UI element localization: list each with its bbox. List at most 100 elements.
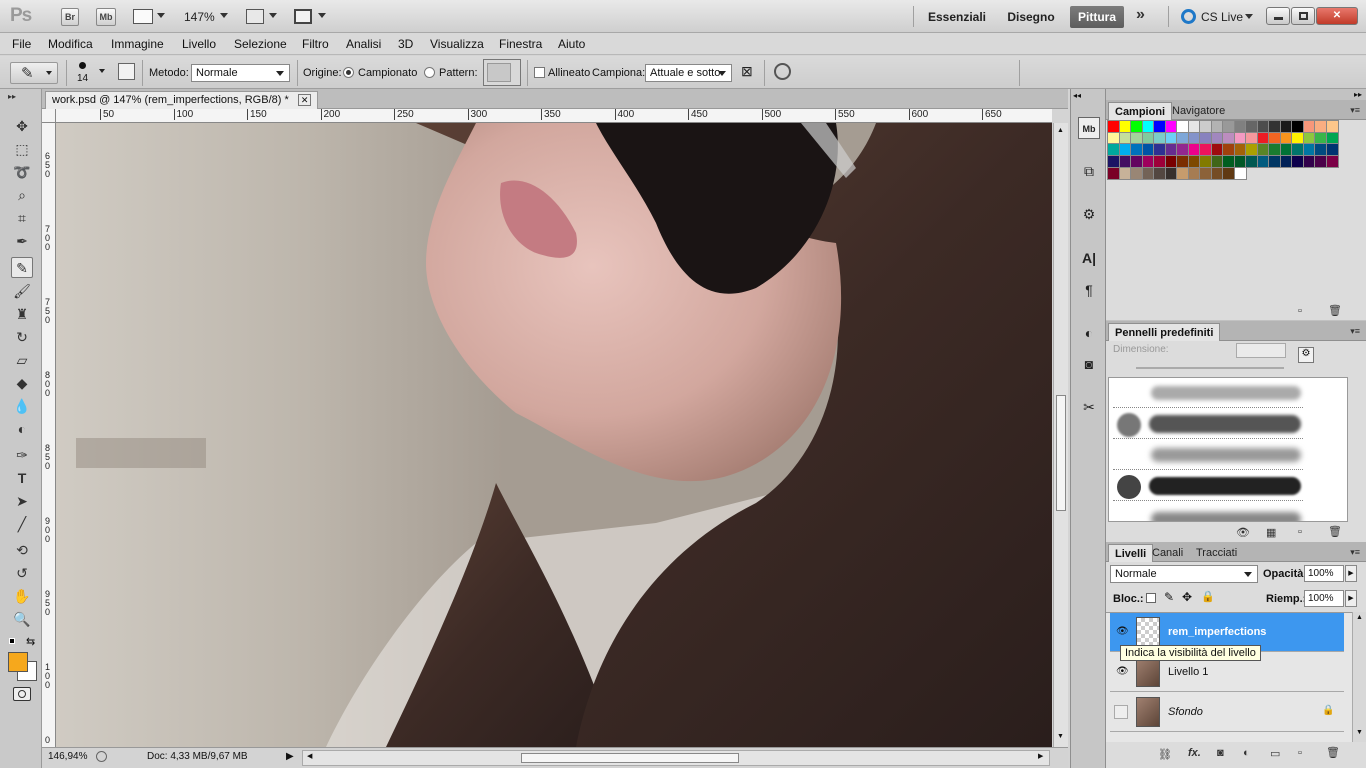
- color-swatch[interactable]: [1210, 166, 1224, 180]
- tab-tracciati[interactable]: Tracciati: [1190, 544, 1243, 562]
- color-swatch[interactable]: [1302, 143, 1316, 157]
- zoom-tool-icon[interactable]: 🔍: [11, 609, 33, 630]
- color-swatch[interactable]: [1164, 131, 1178, 145]
- color-swatch[interactable]: [1210, 131, 1224, 145]
- menu-selezione[interactable]: Selezione: [234, 37, 287, 51]
- swap-colors-icon[interactable]: ⇆: [26, 635, 35, 648]
- visibility-toggle-empty[interactable]: [1114, 705, 1128, 719]
- close-tab-icon[interactable]: ✕: [297, 94, 312, 106]
- color-swatch[interactable]: [1176, 120, 1189, 133]
- tab-pennelli-predefiniti[interactable]: Pennelli predefiniti: [1108, 323, 1221, 341]
- color-swatch[interactable]: [1118, 166, 1132, 180]
- toggle-brush-panel-icon[interactable]: 👁: [1236, 526, 1250, 539]
- color-swatch[interactable]: [1256, 131, 1270, 145]
- new-group-icon[interactable]: ▭: [1270, 747, 1280, 760]
- color-swatch[interactable]: [1302, 155, 1316, 169]
- color-swatch[interactable]: [1199, 131, 1212, 145]
- color-swatch[interactable]: [1222, 143, 1235, 157]
- color-swatch[interactable]: [1222, 155, 1235, 169]
- zoom-status[interactable]: 146,94%: [48, 751, 87, 762]
- color-swatch[interactable]: [1107, 166, 1120, 180]
- history-panel-icon[interactable]: ⧉: [1078, 160, 1100, 182]
- color-swatch[interactable]: [1256, 143, 1270, 157]
- type-tool-icon[interactable]: T: [11, 468, 33, 489]
- color-swatch[interactable]: [1176, 155, 1189, 169]
- color-swatch[interactable]: [1187, 120, 1201, 133]
- tab-navigatore[interactable]: Navigatore: [1166, 102, 1231, 120]
- color-swatch[interactable]: [1268, 120, 1281, 133]
- chevron-down-icon[interactable]: [157, 13, 165, 18]
- color-swatch[interactable]: [1176, 131, 1189, 145]
- color-swatch[interactable]: [1199, 120, 1212, 133]
- color-swatch[interactable]: [1118, 155, 1132, 169]
- layer-style-icon[interactable]: fx.: [1188, 747, 1201, 759]
- color-swatch[interactable]: [1314, 131, 1327, 145]
- panel-menu-icon[interactable]: ▾≡: [1350, 105, 1360, 116]
- adjustment-layer-icon[interactable]: ◐: [1243, 747, 1250, 759]
- clone-source-panel-icon[interactable]: ⚙: [1078, 203, 1100, 225]
- screen-mode-icon[interactable]: [294, 9, 312, 24]
- status-info-icon[interactable]: [96, 751, 107, 762]
- brush-preset-row[interactable]: [1113, 409, 1303, 439]
- menu-immagine[interactable]: Immagine: [111, 37, 164, 51]
- ruler-origin[interactable]: [42, 109, 56, 123]
- delete-swatch-icon[interactable]: 🗑: [1328, 304, 1342, 317]
- color-swatch[interactable]: [1233, 120, 1247, 133]
- tab-canali[interactable]: Canali: [1146, 544, 1189, 562]
- chevron-down-icon[interactable]: [1245, 14, 1253, 19]
- pressure-size-icon[interactable]: [118, 63, 135, 80]
- expand-dock-icon[interactable]: ◂◂: [1073, 91, 1081, 100]
- scroll-up-icon[interactable]: ▲: [1057, 127, 1064, 134]
- layer-name[interactable]: Livello 1: [1168, 666, 1208, 678]
- scroll-down-icon[interactable]: ▼: [1057, 733, 1064, 740]
- delete-brush-icon[interactable]: 🗑: [1328, 525, 1342, 538]
- color-swatch[interactable]: [1245, 120, 1258, 133]
- color-swatch[interactable]: [1153, 143, 1166, 157]
- 3d-orbit-tool-icon[interactable]: ↺: [11, 563, 33, 584]
- paint-bucket-tool-icon[interactable]: ◆: [11, 373, 33, 394]
- tab-campioni[interactable]: Campioni: [1108, 102, 1173, 120]
- adjustments-panel-icon[interactable]: ◐: [1078, 322, 1100, 344]
- color-swatch[interactable]: [1141, 120, 1155, 133]
- allineato-checkbox[interactable]: [534, 67, 545, 78]
- color-swatch[interactable]: [1187, 166, 1201, 180]
- color-swatch[interactable]: [1222, 166, 1235, 180]
- color-swatch[interactable]: [1176, 166, 1189, 180]
- color-swatch[interactable]: [1279, 155, 1293, 169]
- move-tool-icon[interactable]: ✥: [11, 116, 33, 137]
- menu-analisi[interactable]: Analisi: [346, 37, 381, 51]
- path-selection-tool-icon[interactable]: ➤: [11, 491, 33, 512]
- color-swatch[interactable]: [1210, 155, 1224, 169]
- layers-scrollbar[interactable]: ▲ ▼: [1352, 612, 1366, 742]
- history-brush-tool-icon[interactable]: ↻: [11, 327, 33, 348]
- panel-menu-icon[interactable]: ▾≡: [1350, 547, 1360, 558]
- color-swatch[interactable]: [1256, 120, 1270, 133]
- color-swatch[interactable]: [1245, 155, 1258, 169]
- lock-position-icon[interactable]: ✥: [1182, 590, 1192, 604]
- color-swatch[interactable]: [1153, 166, 1166, 180]
- vertical-scroll-thumb[interactable]: [1056, 395, 1066, 511]
- dodge-tool-icon[interactable]: ◐: [11, 419, 33, 440]
- color-swatch[interactable]: [1314, 143, 1327, 157]
- color-swatch[interactable]: [1279, 143, 1293, 157]
- blend-mode-select[interactable]: Normale: [1110, 565, 1258, 583]
- color-swatch[interactable]: [1279, 131, 1293, 145]
- pressure-opacity-icon[interactable]: [774, 63, 791, 80]
- color-swatch[interactable]: [1245, 131, 1258, 145]
- color-swatch[interactable]: [1141, 143, 1155, 157]
- color-swatch[interactable]: [1141, 166, 1155, 180]
- masks-panel-icon[interactable]: ◙: [1078, 353, 1100, 375]
- layer-row-sfondo[interactable]: Sfondo 🔒: [1110, 693, 1344, 732]
- color-swatch[interactable]: [1118, 131, 1132, 145]
- color-swatch[interactable]: [1233, 155, 1247, 169]
- color-swatch[interactable]: [1130, 131, 1143, 145]
- clone-stamp-tool-icon[interactable]: ♜: [11, 304, 33, 325]
- color-swatch[interactable]: [1164, 143, 1178, 157]
- new-brush-icon[interactable]: ▫: [1298, 526, 1302, 538]
- color-swatch[interactable]: [1268, 131, 1281, 145]
- document-tab[interactable]: work.psd @ 147% (rem_imperfections, RGB/…: [45, 91, 319, 109]
- quick-mask-icon[interactable]: [13, 687, 31, 701]
- chevron-down-icon[interactable]: [318, 13, 326, 18]
- color-swatch[interactable]: [1187, 155, 1201, 169]
- opacity-slider-arrow-icon[interactable]: ▶: [1345, 565, 1357, 582]
